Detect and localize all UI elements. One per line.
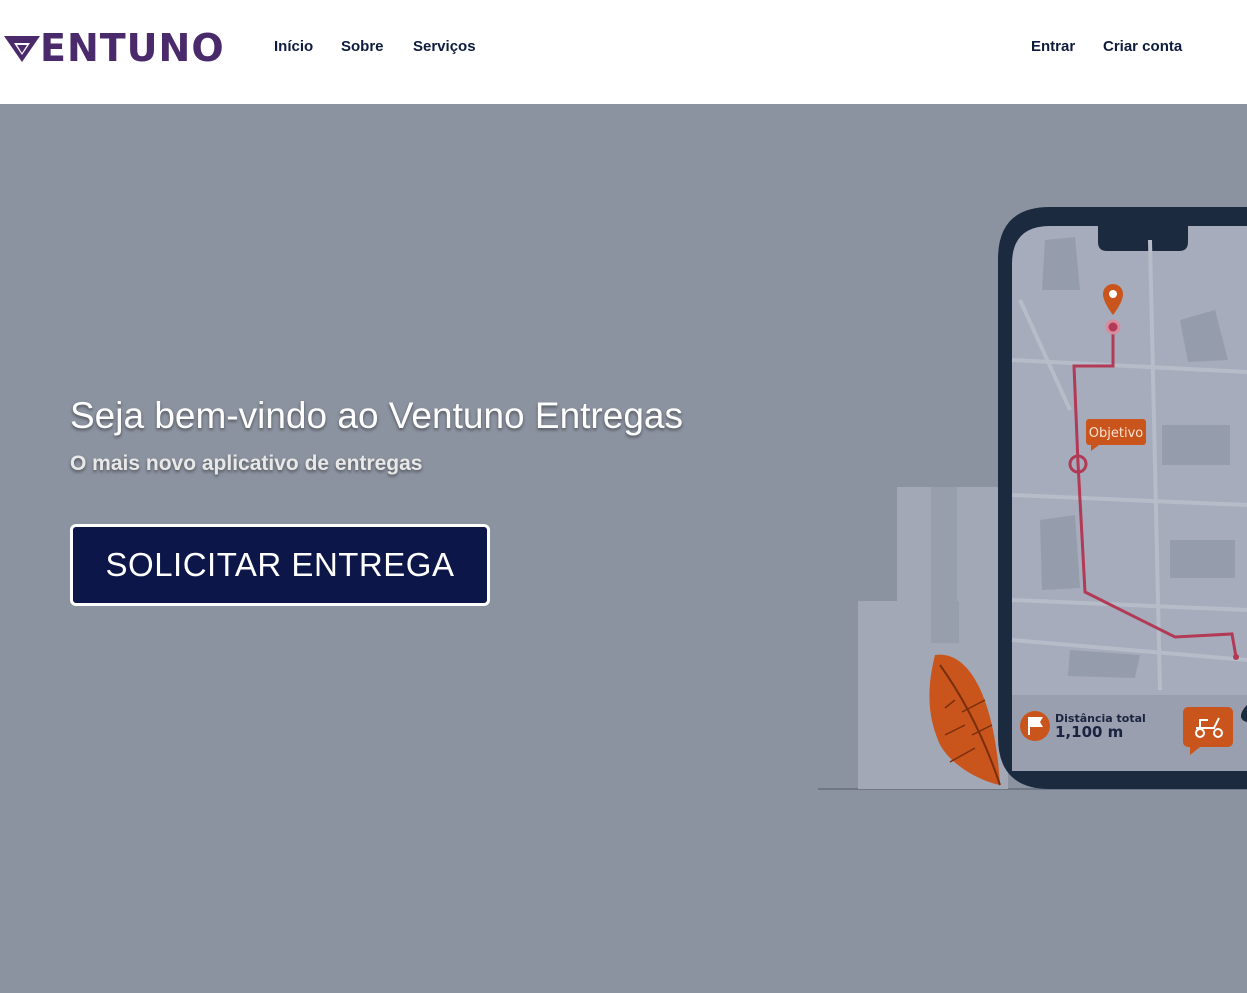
nav-sobre[interactable]: Sobre (341, 38, 384, 55)
hero-title: Seja bem-vindo ao Ventuno Entregas (70, 395, 683, 436)
route-end-dot (1233, 654, 1239, 660)
nav-inicio[interactable]: Início (274, 38, 313, 55)
top-navbar: ENTUNO Início Sobre Serviços Entrar Cria… (0, 0, 1247, 104)
hero-section: Seja bem-vindo ao Ventuno Entregas O mai… (0, 104, 1247, 993)
solicitar-entrega-button[interactable]: SOLICITAR ENTREGA (70, 524, 490, 606)
objective-label: Objetivo (1089, 426, 1143, 441)
nav-criar-conta[interactable]: Criar conta (1103, 38, 1182, 55)
nav-entrar[interactable]: Entrar (1031, 38, 1075, 55)
distance-value: 1,100 m (1055, 723, 1123, 741)
logo[interactable]: ENTUNO (4, 28, 225, 68)
box-top-tape (931, 487, 957, 601)
route-start-dot (1105, 319, 1121, 335)
logo-text: ENTUNO (40, 26, 225, 70)
logo-v-icon (4, 36, 40, 62)
nav-servicos[interactable]: Serviços (413, 38, 476, 55)
flag-icon (1020, 711, 1050, 741)
hero-subtitle: O mais novo aplicativo de entregas (70, 452, 423, 475)
box-bottom-tape (931, 601, 959, 643)
phone-illustration: Objetivo Distância total 1,100 m (818, 207, 1247, 790)
phone-notch (1098, 226, 1188, 251)
